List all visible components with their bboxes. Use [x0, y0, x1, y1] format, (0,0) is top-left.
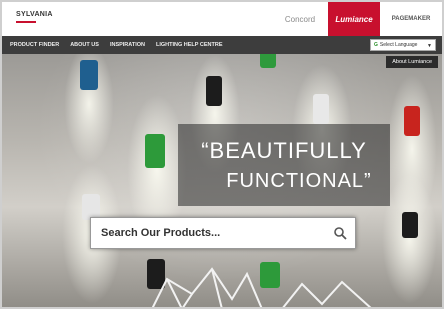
product-search-bar[interactable]: Search Our Products... [90, 217, 356, 249]
green-fixture [260, 54, 276, 68]
nav-about-us[interactable]: ABOUT US [70, 42, 99, 48]
chevron-down-icon: ▼ [427, 43, 432, 49]
blue-fixture [80, 60, 98, 90]
search-icon[interactable] [333, 226, 347, 240]
white-fixture [313, 94, 329, 124]
nav-inspiration[interactable]: INSPIRATION [110, 42, 145, 48]
hero-quote-line-2: FUNCTIONAL” [226, 170, 372, 192]
search-input[interactable]: Search Our Products... [101, 227, 220, 239]
green-fixture [145, 134, 165, 168]
browser-frame: SYLVANIA Concord Lumiance PAGEMAKER PROD… [0, 0, 444, 309]
sylvania-logo[interactable]: SYLVANIA [16, 11, 53, 18]
tab-pagemaker[interactable]: PAGEMAKER [380, 2, 442, 36]
logo-accent [16, 21, 36, 23]
language-select[interactable]: G Select Language ▼ [370, 39, 436, 51]
hero-quote-box: “BEAUTIFULLY FUNCTIONAL” [178, 124, 390, 206]
floor-sculpture [151, 267, 372, 307]
hero-quote-line-1: “BEAUTIFULLY [201, 138, 367, 163]
hero-banner: About Lumiance “BEAUTIFULLY FUNCTIONAL” … [2, 54, 442, 307]
black-fixture [206, 76, 222, 106]
red-fixture [404, 106, 420, 136]
google-translate-icon: G [374, 42, 378, 48]
nav-product-finder[interactable]: PRODUCT FINDER [10, 42, 59, 48]
language-select-label: Select Language [379, 42, 418, 48]
main-nav: PRODUCT FINDER ABOUT US INSPIRATION LIGH… [2, 36, 442, 54]
nav-lighting-help-centre[interactable]: LIGHTING HELP CENTRE [156, 42, 223, 48]
tab-lumiance[interactable]: Lumiance [328, 2, 380, 36]
about-lumiance-button[interactable]: About Lumiance [386, 56, 438, 68]
brand-bar: SYLVANIA Concord Lumiance PAGEMAKER [2, 2, 442, 36]
black-fixture [402, 212, 418, 238]
tab-concord[interactable]: Concord [274, 2, 326, 36]
